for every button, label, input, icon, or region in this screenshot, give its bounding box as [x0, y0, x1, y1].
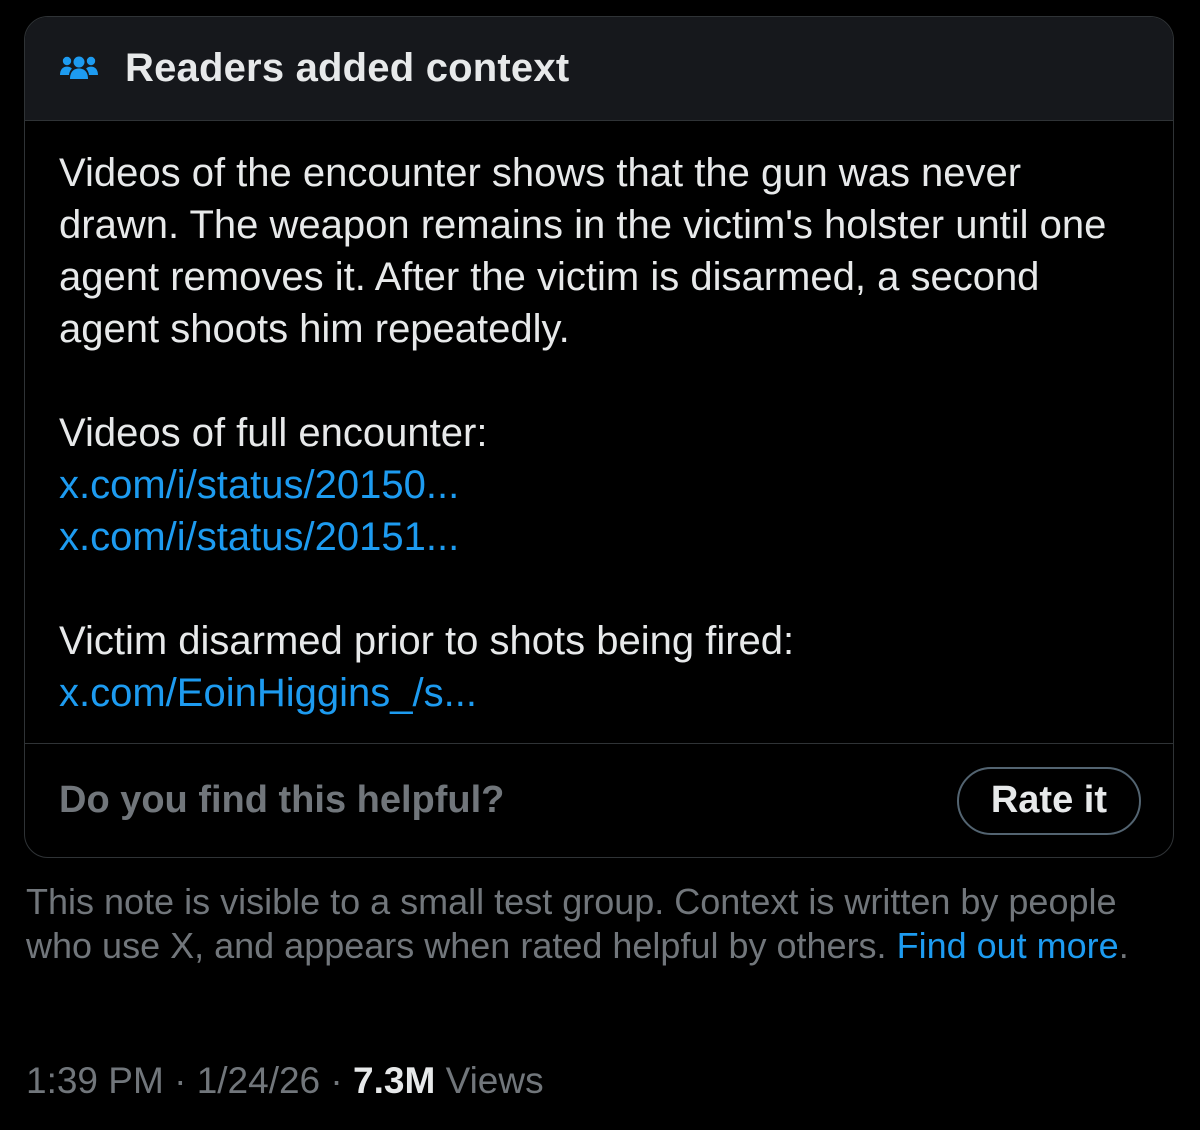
- views-count: 7.3M: [353, 1060, 436, 1101]
- note-paragraph-main: Videos of the encounter shows that the g…: [59, 151, 1107, 351]
- disclaimer-period: .: [1118, 925, 1129, 966]
- meta-separator: ·: [320, 1060, 354, 1101]
- people-icon: [59, 53, 99, 85]
- meta-separator: ·: [163, 1060, 197, 1101]
- views-label: Views: [435, 1060, 544, 1101]
- helpful-question: Do you find this helpful?: [59, 779, 505, 821]
- rate-it-button[interactable]: Rate it: [956, 766, 1141, 835]
- note-link-video-2[interactable]: x.com/i/status/20151...: [59, 511, 1139, 563]
- note-link-video-1[interactable]: x.com/i/status/20150...: [59, 459, 1139, 511]
- find-out-more-link[interactable]: Find out more: [897, 925, 1119, 966]
- note-paragraph-videos-heading: Videos of full encounter:: [59, 411, 488, 455]
- note-body: Videos of the encounter shows that the g…: [25, 121, 1173, 743]
- community-note-card: Readers added context Videos of the enco…: [24, 16, 1174, 858]
- note-spacer: [59, 355, 1139, 407]
- post-date[interactable]: 1/24/26: [197, 1060, 320, 1101]
- post-meta: 1:39 PM · 1/24/26 · 7.3M Views: [26, 1058, 544, 1104]
- post-time[interactable]: 1:39 PM: [26, 1060, 164, 1101]
- note-header: Readers added context: [25, 17, 1173, 121]
- note-footer: Do you find this helpful? Rate it: [25, 743, 1173, 857]
- note-disclaimer: This note is visible to a small test gro…: [26, 880, 1166, 968]
- note-paragraph-disarmed-heading: Victim disarmed prior to shots being fir…: [59, 619, 795, 663]
- note-link-eoinhiggins[interactable]: x.com/EoinHiggins_/s...: [59, 667, 1139, 719]
- note-spacer: [59, 563, 1139, 615]
- note-header-title: Readers added context: [125, 46, 570, 90]
